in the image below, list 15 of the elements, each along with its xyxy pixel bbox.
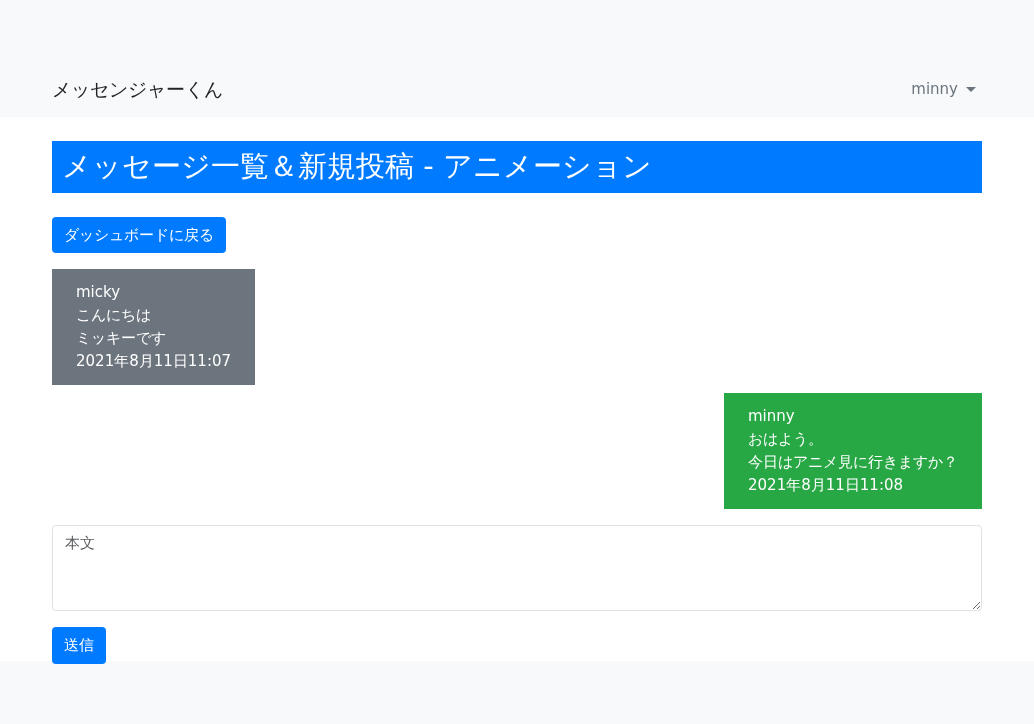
user-menu[interactable]: minny — [905, 77, 982, 102]
caret-icon[interactable] — [966, 87, 976, 93]
message-text: こんにちは — [76, 306, 151, 324]
sender-name: micky — [76, 283, 121, 301]
dashboard-button[interactable]: ダッシュボードに戻る — [52, 216, 226, 253]
message-time: 2021年8月11日11:08 — [748, 476, 904, 494]
send-button[interactable]: 送信 — [52, 627, 106, 664]
app-brand[interactable]: メッセンジャーくん — [52, 75, 223, 104]
message-text: ミッキーです — [76, 329, 166, 347]
sender-name: minny — [748, 407, 795, 425]
page-title: メッセージ一覧＆新規投稿 - アニメーション — [52, 141, 982, 193]
message-text: 今日はアニメ見に行きますか？ — [748, 453, 958, 471]
message-field[interactable]: 本文 — [52, 525, 982, 611]
message-text: おはよう。 — [748, 430, 823, 448]
message-time: 2021年8月11日11:07 — [76, 352, 232, 370]
